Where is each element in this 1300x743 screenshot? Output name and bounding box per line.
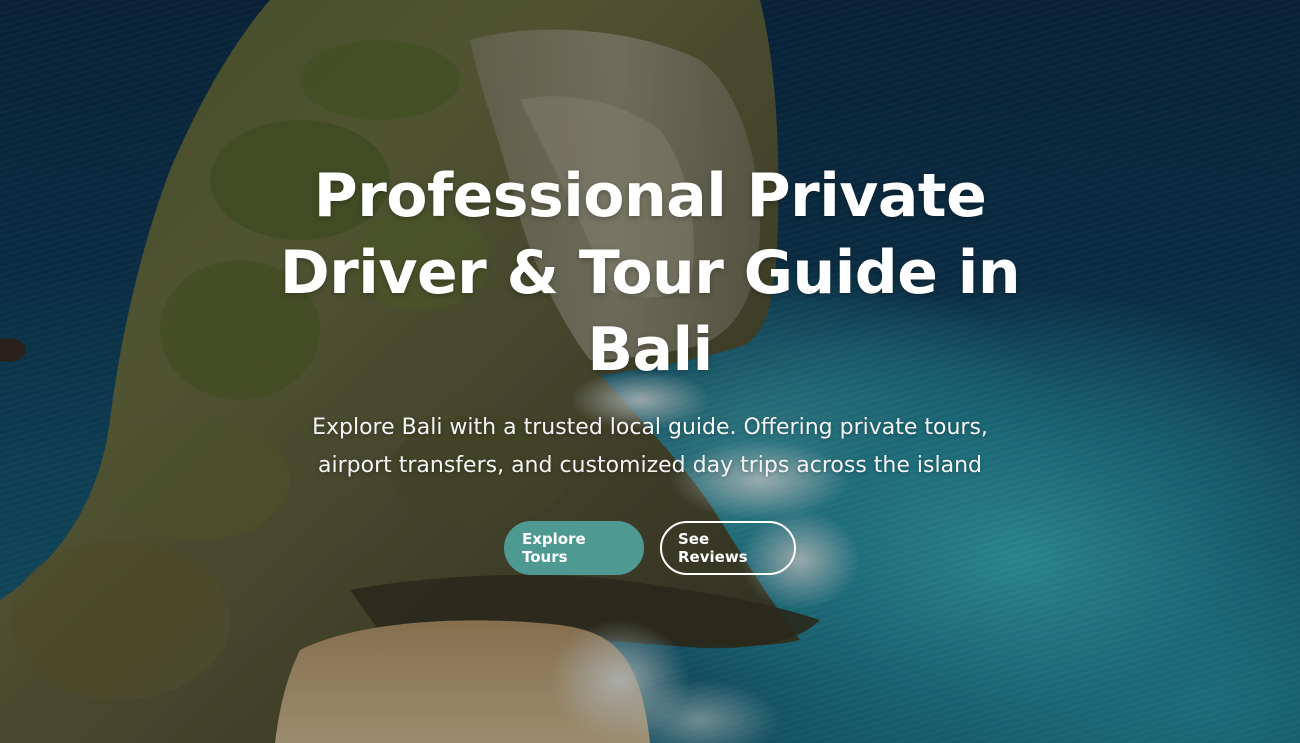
hero-title: Professional Private Driver & Tour Guide… xyxy=(279,161,1021,385)
hero-content: Professional Private Driver & Tour Guide… xyxy=(0,0,1300,743)
hero-actions: Explore Tours See Reviews xyxy=(504,521,796,575)
explore-tours-button[interactable]: Explore Tours xyxy=(504,521,644,575)
hero-section: Professional Private Driver & Tour Guide… xyxy=(0,0,1300,743)
hero-subtitle: Explore Bali with a trusted local guide.… xyxy=(312,415,988,478)
see-reviews-button[interactable]: See Reviews xyxy=(660,521,796,575)
